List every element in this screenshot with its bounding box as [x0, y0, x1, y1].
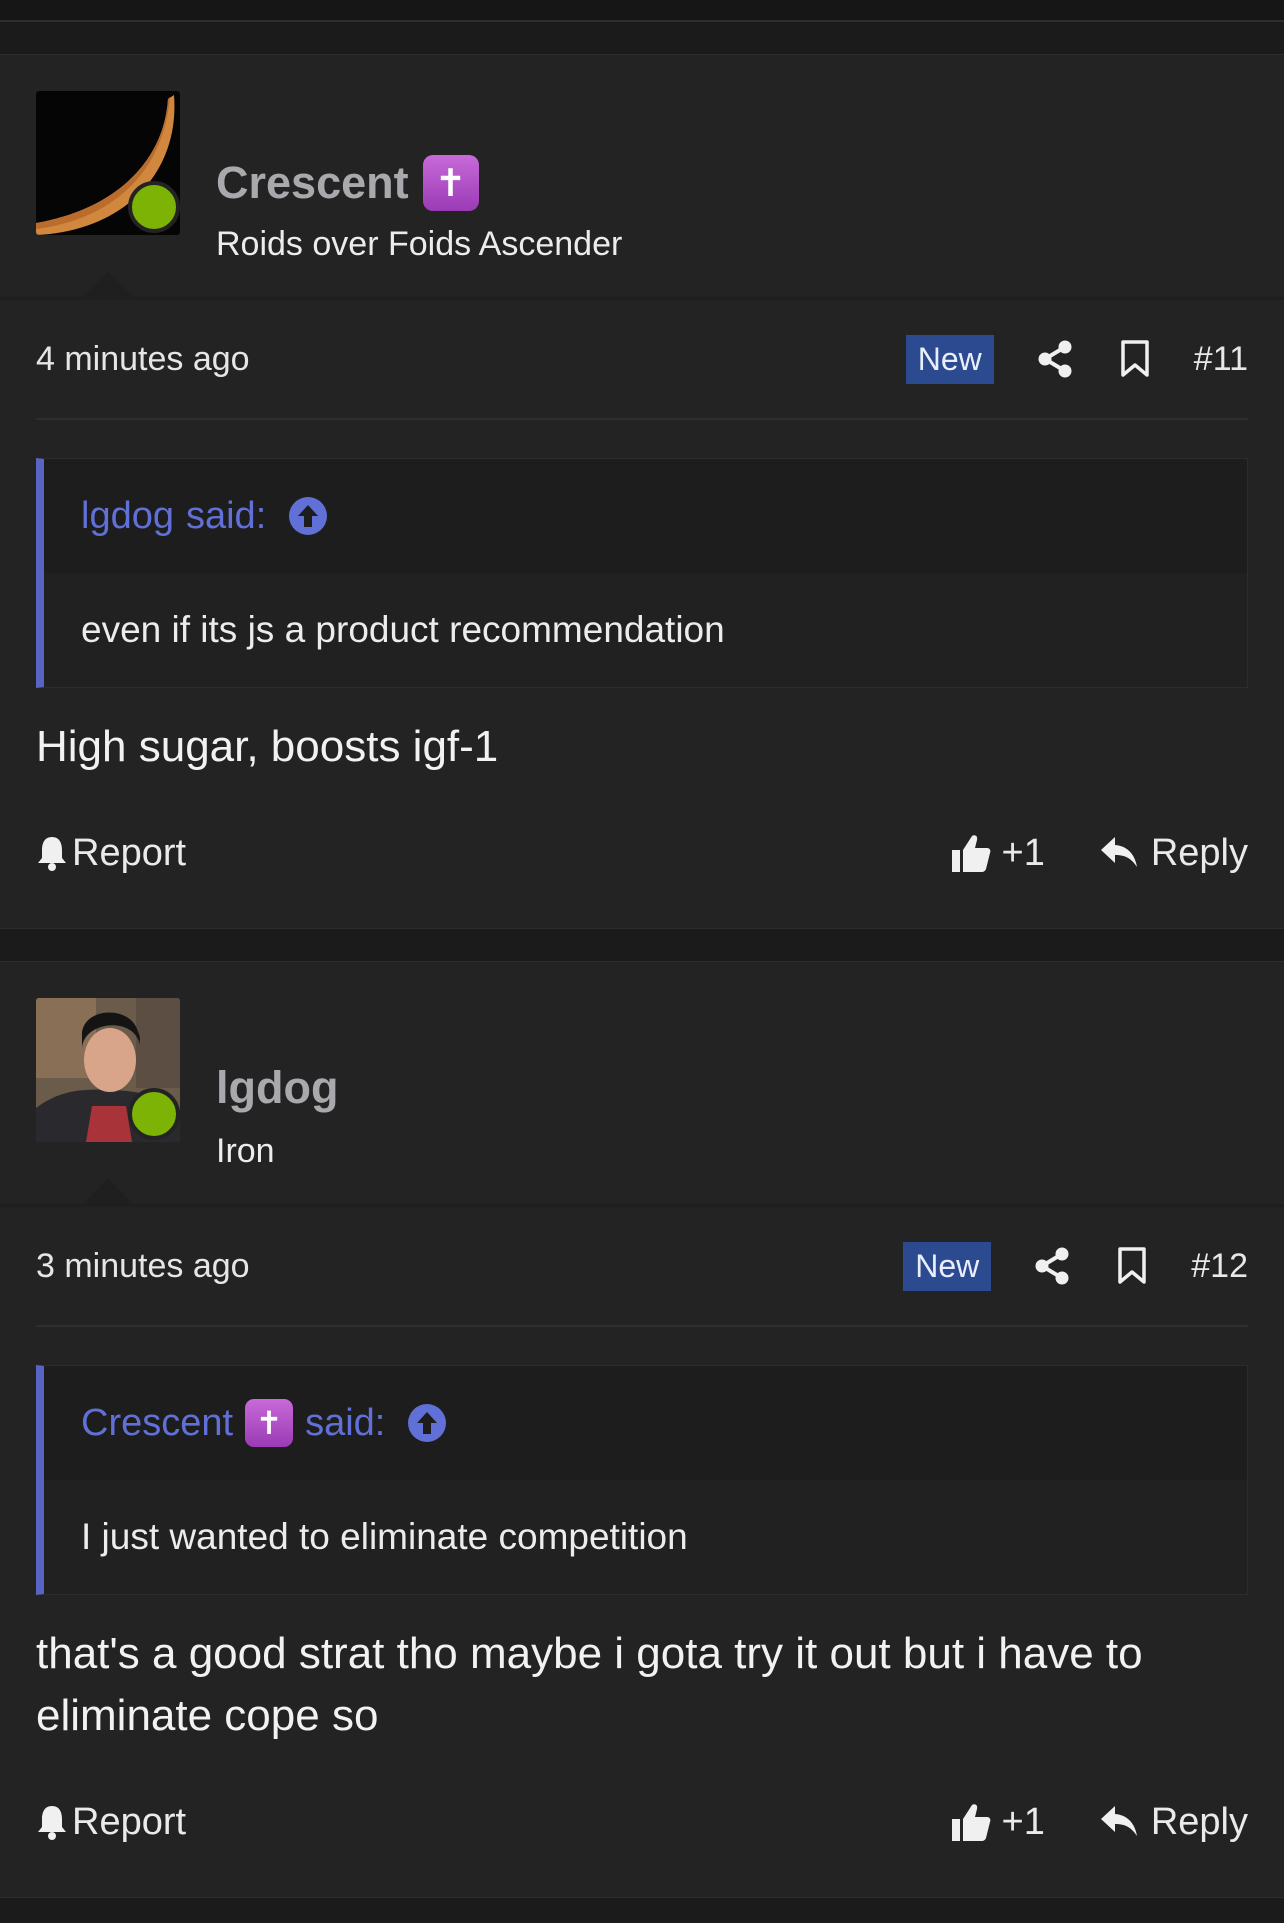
- top-bar: [0, 0, 1284, 22]
- user-block: lgdog Iron: [0, 962, 1284, 1207]
- quote-said-label: said:: [305, 1401, 386, 1444]
- bookmark-icon[interactable]: [1111, 1245, 1153, 1287]
- bookmark-icon[interactable]: [1114, 338, 1156, 380]
- quote-block: lgdog said: even if its js a product rec…: [36, 458, 1248, 688]
- user-title: Roids over Foids Ascender: [216, 225, 623, 263]
- quote-header: Crescent ✝ said:: [44, 1366, 1247, 1480]
- post-12: lgdog Iron 3 minutes ago New #12 Crescen…: [0, 962, 1284, 1898]
- quote-header: lgdog said:: [44, 459, 1247, 573]
- online-status-indicator: [128, 181, 180, 233]
- like-count: +1: [1001, 831, 1045, 874]
- post-time[interactable]: 4 minutes ago: [36, 340, 906, 379]
- go-to-original-arrow-up-icon[interactable]: [288, 496, 328, 536]
- cross-badge-icon: ✝: [422, 155, 479, 211]
- reply-arrow-icon: [1100, 837, 1137, 867]
- reply-label: Reply: [1150, 1800, 1248, 1843]
- post-actions: Report +1 Reply: [0, 778, 1284, 928]
- reply-arrow-icon: [1100, 1806, 1137, 1836]
- user-block-pointer: [80, 272, 136, 300]
- like-count: +1: [1001, 1800, 1045, 1843]
- user-block-pointer: [80, 1179, 136, 1207]
- new-badge: New: [905, 334, 994, 384]
- cross-badge-icon: ✝: [245, 1399, 294, 1447]
- post-meta-row: 3 minutes ago New #12: [36, 1207, 1248, 1327]
- quote-text: even if its js a product recommendation: [44, 573, 1247, 687]
- bell-icon: [38, 837, 66, 871]
- username[interactable]: lgdog: [216, 1062, 338, 1114]
- username-text: lgdog: [216, 1062, 339, 1113]
- post-message: that's a good strat tho maybe i gota try…: [36, 1629, 1143, 1740]
- username[interactable]: Crescent ✝: [216, 155, 479, 211]
- go-to-original-arrow-up-icon[interactable]: [407, 1403, 447, 1443]
- report-label: Report: [72, 1800, 187, 1843]
- share-icon[interactable]: [1031, 1245, 1073, 1287]
- thumbs-up-icon: [951, 1804, 990, 1841]
- quote-block: Crescent ✝ said: I just wanted to elimin…: [36, 1365, 1248, 1595]
- thumbs-up-icon: [951, 835, 990, 872]
- post-number[interactable]: #12: [1191, 1247, 1248, 1286]
- post-message: High sugar, boosts igf-1: [36, 722, 499, 771]
- user-block: Crescent ✝ Roids over Foids Ascender: [0, 55, 1284, 300]
- report-button[interactable]: Report: [36, 1801, 950, 1844]
- post-time[interactable]: 3 minutes ago: [36, 1247, 903, 1286]
- reply-label: Reply: [1150, 831, 1248, 874]
- username-text: Crescent: [216, 157, 409, 208]
- reply-button[interactable]: Reply: [1099, 832, 1248, 875]
- quote-author-link[interactable]: lgdog: [81, 495, 174, 538]
- quote-said-label: said:: [185, 494, 267, 537]
- post-gap: [0, 22, 1284, 55]
- post-meta-row: 4 minutes ago New #11: [36, 300, 1248, 420]
- post-actions: Report +1 Reply: [0, 1747, 1284, 1897]
- online-status-indicator: [128, 1088, 180, 1140]
- quote-author-link[interactable]: Crescent: [81, 1402, 233, 1445]
- reply-button[interactable]: Reply: [1099, 1801, 1248, 1844]
- share-icon[interactable]: [1034, 338, 1076, 380]
- report-label: Report: [72, 831, 187, 874]
- like-button[interactable]: +1: [950, 1801, 1045, 1844]
- new-badge: New: [903, 1241, 992, 1291]
- quote-text: I just wanted to eliminate competition: [44, 1480, 1247, 1594]
- post-11: Crescent ✝ Roids over Foids Ascender 4 m…: [0, 55, 1284, 929]
- post-gap: [0, 929, 1284, 962]
- post-number[interactable]: #11: [1194, 340, 1248, 379]
- user-title: Iron: [216, 1132, 275, 1170]
- bell-icon: [38, 1806, 66, 1840]
- like-button[interactable]: +1: [950, 832, 1045, 875]
- report-button[interactable]: Report: [36, 832, 950, 875]
